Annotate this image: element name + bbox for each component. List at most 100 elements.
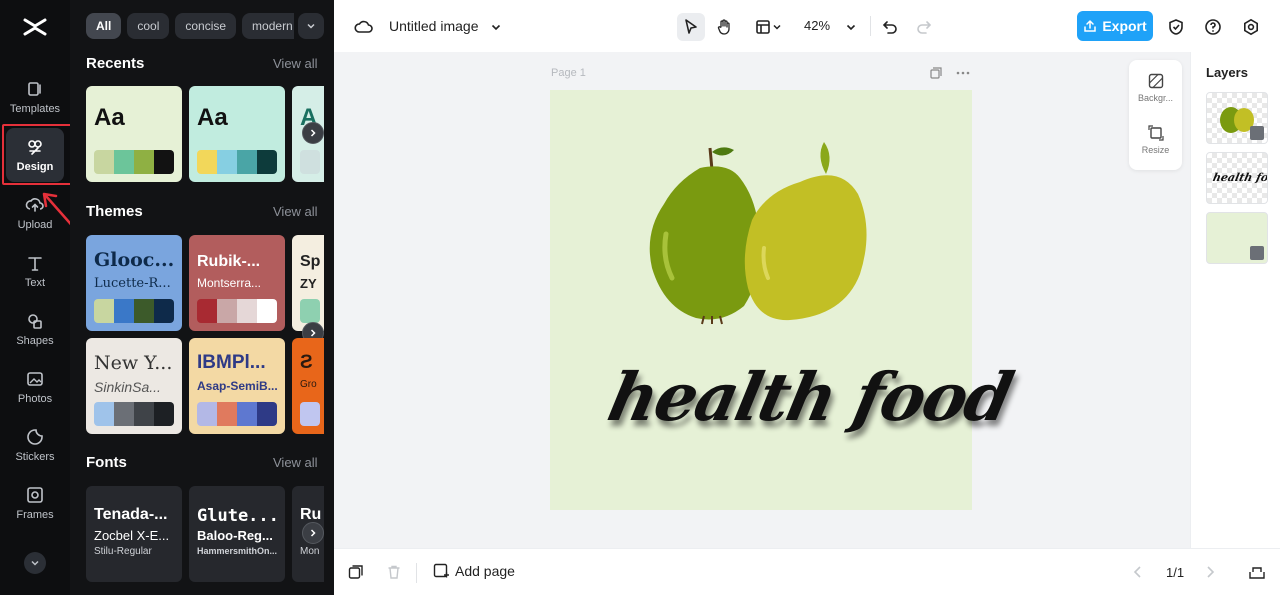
left-rail: Templates Design Upload Text Shapes Phot… [0,0,70,595]
photos-icon [27,372,43,386]
rail-item-templates[interactable]: Templates [6,70,64,124]
tray-icon [1249,567,1265,579]
layer-item-background[interactable] [1206,212,1268,264]
palette [300,402,320,426]
add-page-icon [433,563,449,578]
theme-card-1[interactable]: Glooc... Lucette-R... [86,235,182,331]
pear-lemon-illustration[interactable] [640,138,880,328]
help-button[interactable] [1199,13,1227,41]
chip-modern[interactable]: modern [242,13,294,39]
rail-expand-button[interactable] [24,552,46,574]
theme-title: New Y... [94,352,173,374]
zoom-level[interactable]: 42% [804,18,830,33]
rail-item-photos[interactable]: Photos [6,360,64,414]
rail-item-text[interactable]: Text [6,244,64,298]
fonts-view-all[interactable]: View all [273,455,318,470]
duplicate-page-button[interactable] [930,66,942,84]
canvas-area: Page 1 health food Backgr... Resize [334,52,1190,548]
more-icon [956,71,970,75]
card-sample: Aa [94,104,125,131]
theme-card-6[interactable]: Ƨ Gro [292,338,324,434]
capcut-logo-icon[interactable] [22,14,48,40]
cloud-icon [354,20,373,33]
background-button[interactable]: Backgr... [1129,73,1182,103]
chip-all[interactable]: All [86,13,122,39]
resize-button[interactable]: Resize [1129,125,1182,155]
rail-item-design[interactable]: Design [6,128,64,182]
undo-button[interactable] [876,13,904,41]
theme-card-3[interactable]: Sp ZY [292,235,324,331]
chips-more-button[interactable] [298,13,324,39]
help-icon [1205,19,1221,35]
delete-page-button[interactable] [386,564,402,585]
document-title[interactable]: Untitled image [389,18,479,34]
page-more-button[interactable] [956,66,970,84]
canvas-float-toolbar: Backgr... Resize [1129,60,1182,170]
rail-item-label: Frames [16,509,54,521]
stickers-icon [27,429,43,445]
theme-title: Rubik-... [197,253,261,270]
shield-button[interactable] [1162,13,1190,41]
background-icon [1148,73,1163,89]
chip-concise[interactable]: concise [175,13,237,39]
font-line-1: Tenada-... [94,506,168,523]
redo-button[interactable] [910,13,938,41]
layers-panel: Layers health food [1190,52,1280,548]
rail-item-frames[interactable]: Frames [6,476,64,530]
trash-icon [388,565,400,579]
theme-card-5[interactable]: IBMPl... Asap-SemiB... [189,338,285,434]
page-overview-button[interactable] [348,564,364,585]
design-page[interactable]: health food [550,90,1018,510]
recent-card-1[interactable]: Aa [86,86,182,182]
theme-card-4[interactable]: New Y... SinkinSa... [86,338,182,434]
theme-card-2[interactable]: Rubik-... Montserra... [189,235,285,331]
chevron-down-icon [491,24,501,31]
text-thumbnail: health food [1211,171,1268,184]
layout-dropdown-button[interactable] [769,13,785,41]
rail-item-label: Design [16,161,54,173]
select-tool-button[interactable] [677,13,705,41]
theme-sub: Gro [300,379,317,390]
collapse-bottom-button[interactable] [1248,564,1266,585]
font-card-2[interactable]: Glute... Baloo-Reg... HammersmithOn... [189,486,285,582]
export-button[interactable]: Export [1077,11,1153,41]
layer-item-text[interactable]: health food [1206,152,1268,204]
chevron-down-icon [773,24,781,30]
chevron-right-icon [1207,566,1215,578]
layer-badge-icon [1250,126,1264,140]
undo-icon [882,21,897,34]
palette [94,402,174,426]
rail-item-stickers[interactable]: Stickers [6,418,64,472]
resize-icon [1147,125,1164,141]
rail-item-label: Shapes [16,335,54,347]
hand-tool-button[interactable] [711,13,739,41]
recents-view-all[interactable]: View all [273,56,318,71]
theme-sub: SinkinSa... [94,379,161,395]
fonts-scroll-right[interactable] [302,522,324,544]
font-line-3: Stilu-Regular [94,546,152,557]
page-counter: 1/1 [1166,565,1185,580]
pages-icon [348,565,363,579]
add-page-button[interactable]: Add page [433,563,515,579]
next-page-button[interactable] [1204,565,1216,584]
prev-page-button[interactable] [1132,565,1144,584]
bottom-bar: Add page 1/1 [334,548,1280,595]
cloud-save-button[interactable] [350,13,378,41]
settings-button[interactable] [1237,13,1265,41]
rail-item-shapes[interactable]: Shapes [6,302,64,356]
themes-view-all[interactable]: View all [273,204,318,219]
recent-card-2[interactable]: Aa [189,86,285,182]
palette [197,402,277,426]
zoom-dropdown-button[interactable] [837,13,865,41]
chip-cool[interactable]: cool [127,13,170,39]
design-title-text[interactable]: health food [602,358,1018,436]
layer-item-fruit[interactable] [1206,92,1268,144]
recents-scroll-right[interactable] [302,122,324,144]
palette [94,299,174,323]
font-card-1[interactable]: Tenada-... Zocbel X-E... Stilu-Regular [86,486,182,582]
duplicate-icon [930,67,942,79]
filter-chips: All cool concise modern [86,13,294,39]
title-dropdown-button[interactable] [482,13,510,41]
chevron-down-icon [31,560,39,566]
shapes-icon [28,314,42,329]
